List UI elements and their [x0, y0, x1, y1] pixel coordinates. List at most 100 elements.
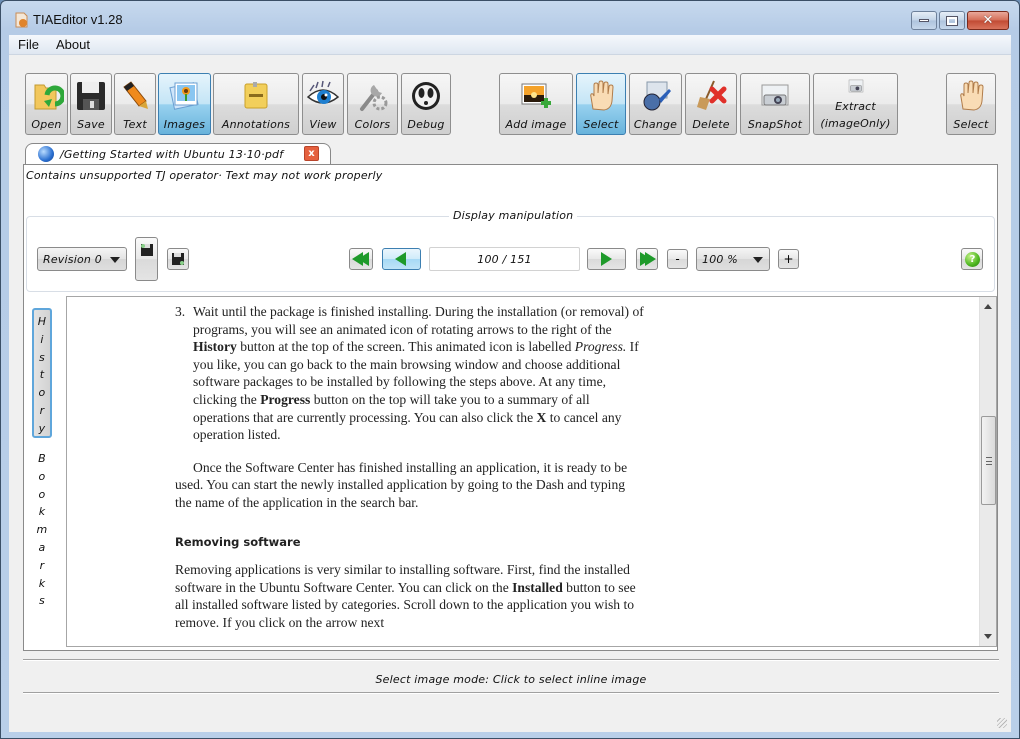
vertical-scrollbar[interactable]	[979, 297, 996, 646]
zoom-in-button[interactable]: +	[778, 249, 799, 269]
warning-text: Contains unsupported TJ operator· Text m…	[26, 169, 383, 182]
toolbar-label: Select	[953, 118, 989, 131]
resize-grip-icon[interactable]	[997, 718, 1007, 728]
menu-file[interactable]: File	[18, 37, 39, 52]
bold-text: X	[536, 409, 547, 425]
display-manipulation-group: Display manipulation Revision 0 100 / 15…	[26, 209, 995, 292]
document-tab[interactable]: /Getting Started with Ubuntu 13·10·pdf x	[25, 143, 331, 165]
window-title: TIAEditor v1.28	[33, 12, 123, 27]
separator	[23, 692, 999, 694]
save-as-revision-button[interactable]	[167, 248, 189, 270]
close-icon: ✕	[982, 13, 994, 28]
toolbar-label: View	[309, 118, 337, 131]
previous-page-button[interactable]	[382, 248, 421, 270]
text-run: button at the top of the screen. This an…	[236, 339, 575, 355]
list-item-text: Wait until the package is finished insta…	[193, 304, 644, 442]
toolbar-label: Images	[163, 118, 206, 131]
bold-text: Installed	[512, 579, 563, 595]
toolbar-label: Colors	[354, 118, 391, 131]
tab-letter: k	[38, 576, 46, 590]
extract-label-line2: (imageOnly)	[820, 117, 891, 130]
bold-text: History	[193, 339, 237, 355]
projector-small-icon	[848, 79, 863, 93]
tab-letter: i	[40, 332, 44, 346]
history-tab[interactable]: History	[32, 308, 52, 438]
double-arrow-right-icon-part	[645, 252, 656, 266]
revision-select[interactable]: Revision 0	[37, 247, 127, 271]
scroll-up-icon[interactable]	[984, 304, 992, 309]
text-run: Wait until the package is finished insta…	[193, 304, 644, 337]
ghost-face-icon	[412, 82, 440, 110]
document-tab-title: /Getting Started with Ubuntu 13·10·pdf	[60, 148, 284, 161]
page-number-value: 100 / 151	[477, 253, 532, 266]
scroll-down-icon[interactable]	[984, 634, 992, 639]
toolbar-select-far-button[interactable]: Select	[946, 73, 996, 135]
floppy-disk-icon	[77, 82, 105, 110]
zoom-out-button[interactable]: -	[667, 249, 688, 269]
client-area: File About Open Save Text Images Annotat…	[9, 35, 1011, 732]
tab-close-icon[interactable]: x	[304, 146, 319, 161]
toolbar-images-button[interactable]: Images	[158, 73, 211, 135]
document-panel: Contains unsupported TJ operator· Text m…	[23, 164, 998, 651]
arrow-left-icon	[395, 252, 406, 266]
toolbar-debug-button[interactable]: Debug	[401, 73, 451, 135]
revision-value: Revision 0	[43, 253, 102, 266]
toolbar-add-image-button[interactable]: Add image	[499, 73, 573, 135]
list-item: 3. Wait until the package is finished in…	[175, 303, 645, 444]
minimize-button[interactable]	[911, 11, 937, 30]
app-window: TIAEditor v1.28 ✕ File About Open Save T…	[0, 0, 1020, 739]
bookmarks-tab[interactable]: Bookmarks	[32, 450, 52, 610]
toolbar-open-button[interactable]: Open	[25, 73, 68, 135]
group-title: Display manipulation	[449, 209, 578, 222]
toolbar-change-button[interactable]: Change	[629, 73, 682, 135]
toolbar-label: Save	[77, 118, 105, 131]
section-heading: Removing software	[175, 534, 301, 549]
save-revision-button[interactable]	[135, 237, 158, 281]
scroll-thumb[interactable]	[981, 415, 996, 505]
toolbar-label: Delete	[692, 118, 730, 131]
projector-icon	[761, 84, 789, 106]
title-bar[interactable]: TIAEditor v1.28 ✕	[1, 1, 1019, 35]
tab-letter: r	[39, 558, 45, 572]
menu-about[interactable]: About	[56, 37, 90, 52]
maximize-icon	[946, 15, 958, 26]
toolbar-annotations-button[interactable]: Annotations	[213, 73, 299, 135]
folder-open-icon	[34, 84, 64, 110]
pdf-page-content: 3. Wait until the package is finished in…	[175, 303, 645, 632]
toolbar-label: Open	[31, 118, 62, 131]
hand-icon	[590, 80, 614, 111]
chevron-down-icon	[110, 257, 120, 263]
page-number-input[interactable]: 100 / 151	[429, 247, 580, 271]
tab-letter: H	[37, 315, 47, 328]
toolbar-save-button[interactable]: Save	[70, 73, 112, 135]
next-page-button[interactable]	[587, 248, 626, 270]
paragraph: Once the Software Center has finished in…	[175, 459, 628, 510]
zoom-select[interactable]: 100 %	[696, 247, 770, 271]
close-button[interactable]: ✕	[967, 11, 1009, 30]
toolbar-extract-button[interactable]: Extract (imageOnly)	[813, 73, 898, 135]
toolbar-text-button[interactable]: Text	[114, 73, 156, 135]
toolbar-colors-button[interactable]: Colors	[347, 73, 398, 135]
toolbar-delete-button[interactable]: Delete	[685, 73, 737, 135]
last-page-button[interactable]	[636, 248, 658, 270]
floppy-disk-icon	[141, 244, 153, 256]
maximize-button[interactable]	[939, 11, 965, 30]
help-button[interactable]: ?	[961, 248, 983, 270]
tab-letter: o	[38, 386, 46, 400]
help-icon: ?	[965, 252, 980, 267]
wrench-gear-icon	[359, 85, 387, 111]
toolbar-label: Change	[633, 118, 678, 131]
toolbar-snapshot-button[interactable]: SnapShot	[740, 73, 810, 135]
tab-letter: a	[38, 540, 46, 554]
toolbar-view-button[interactable]: View	[302, 73, 344, 135]
tab-letter: s	[39, 594, 45, 608]
toolbar-label: Add image	[505, 118, 567, 131]
toolbar-select-button[interactable]: Select	[576, 73, 626, 135]
first-page-button[interactable]	[349, 248, 373, 270]
pdf-viewer[interactable]: 3. Wait until the package is finished in…	[66, 296, 997, 647]
minimize-icon	[919, 19, 929, 22]
chevron-down-icon	[753, 257, 763, 263]
menu-bar: File About	[9, 35, 1011, 55]
tab-letter: t	[39, 368, 45, 382]
tab-letter: r	[39, 403, 45, 417]
